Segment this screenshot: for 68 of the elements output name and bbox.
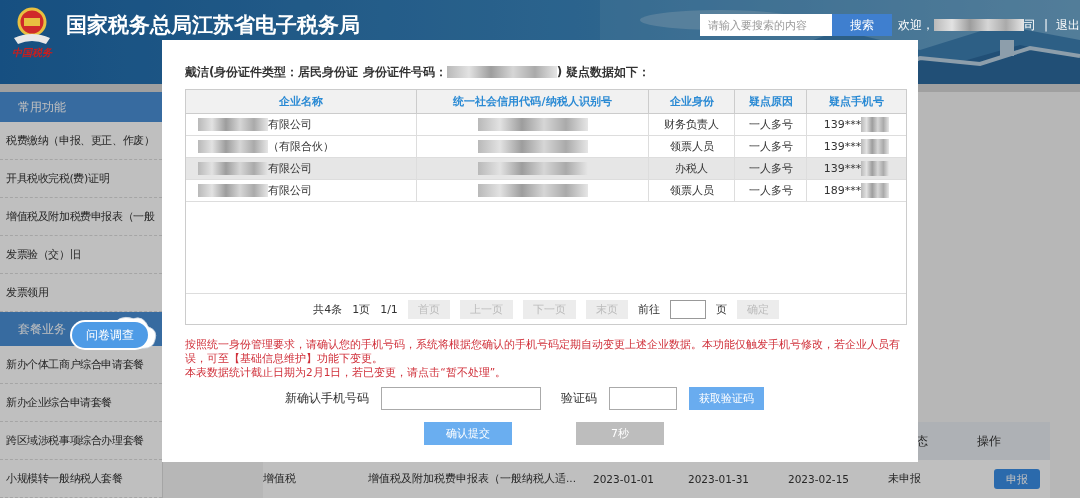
table-cell: 有限公司 (268, 183, 312, 198)
table-cell: 一人多号 (734, 136, 806, 157)
redacted-text (198, 162, 268, 175)
redacted-text (861, 161, 890, 176)
table-row[interactable]: （有限合伙） 领票人员 一人多号 139*** (186, 136, 906, 158)
table-cell: 139*** (823, 140, 862, 153)
welcome-text: 欢迎， (897, 16, 934, 34)
goto-label: 前往 (637, 301, 660, 317)
submit-button[interactable]: 确认提交 (424, 422, 512, 445)
dialog-heading: ) 疑点数据如下： (556, 63, 651, 81)
search-field[interactable]: 请输入要搜索的内容 (699, 14, 832, 36)
redacted-text (861, 139, 890, 154)
sidebar-section[interactable]: 常用功能 (0, 92, 162, 122)
redacted-text (861, 117, 890, 132)
page-count: 1页 (352, 301, 371, 317)
redacted-text (198, 184, 268, 197)
total-count: 共4条 (313, 301, 343, 317)
table-cell: 财务负责人 (648, 114, 734, 135)
table-cell: 有限公司 (268, 161, 312, 176)
column-header: 疑点原因 (734, 90, 806, 113)
code-field[interactable] (609, 387, 677, 410)
page-unit: 页 (715, 301, 727, 317)
code-label: 验证码 (561, 391, 597, 406)
logo-caption: 中国税务 (12, 46, 52, 60)
column-header: 企业名称 (278, 94, 324, 110)
separator-text: | (1043, 18, 1048, 32)
sidebar-item[interactable]: 小规模转一般纳税人套餐 (0, 460, 162, 498)
redacted-text (198, 118, 268, 131)
table-cell-text: 增值税 (263, 472, 297, 486)
table-cell: 领票人员 (648, 180, 734, 201)
table-cell: 一人多号 (734, 180, 806, 201)
get-code-button[interactable]: 获取验证码 (689, 387, 764, 410)
table-row[interactable]: 有限公司 财务负责人 一人多号 139*** (186, 114, 906, 136)
table-cell: 有限公司 (268, 117, 312, 132)
table-cell: 139*** (823, 162, 862, 175)
table-cell-text: 2023-01-31 (688, 473, 751, 485)
table-cell: 一人多号 (734, 158, 806, 179)
column-header: 统一社会信用代码/纳税人识别号 (416, 90, 648, 113)
redacted-text (198, 140, 268, 153)
table-cell: 领票人员 (648, 136, 734, 157)
phone-label: 新确认手机号码 (285, 391, 369, 406)
table-cell-text: 2023-02-15 (788, 473, 851, 485)
table-cell-text: 2023-01-01 (593, 473, 656, 485)
table-cell: 139*** (823, 118, 862, 131)
search-button[interactable]: 搜索 (831, 14, 892, 36)
page-indicator: 1/1 (380, 302, 398, 316)
logout-link[interactable]: 退出 (1056, 16, 1080, 34)
user-name: 司 (1023, 16, 1036, 34)
table-cell: （有限合伙） (268, 139, 334, 154)
column-header: 操作 (977, 432, 1001, 450)
survey-tooltip[interactable]: 问卷调查 (72, 322, 148, 348)
site-title: 国家税务总局江苏省电子税务局 (66, 13, 360, 37)
column-header: 企业身份 (648, 90, 734, 113)
phone-field[interactable] (381, 387, 541, 410)
table-cell: 189*** (823, 184, 862, 197)
page-field[interactable] (669, 299, 706, 319)
table-cell-text: 未申报 (888, 472, 922, 486)
redacted-text (861, 183, 890, 198)
declare-button[interactable]: 申报 (993, 469, 1040, 489)
column-header: 疑点手机号 (806, 90, 906, 113)
table-cell-text: 增值税及附加税费申报表（一般纳税人适... (368, 472, 577, 486)
table-row[interactable]: 有限公司 办税人 一人多号 139*** (186, 158, 906, 180)
notice-text: 按照统一身份管理要求，请确认您的手机号码，系统将根据您确认的手机号码定期自动变更上述企业数据。本功能仅触发手机号修改，若企业人员有误，可至【基础信息维护】功能下变更。 (185, 337, 901, 365)
table-cell: 办税人 (648, 158, 734, 179)
notice-text: 本表数据统计截止日期为2月1日，若已变更，请点击“暂不处理”。 (185, 365, 508, 379)
table-row[interactable]: 有限公司 领票人员 一人多号 189*** (186, 180, 906, 202)
table-cell: 一人多号 (734, 114, 806, 135)
dialog-heading: 戴洁(身份证件类型：居民身份证 身份证件号码： (185, 63, 447, 81)
